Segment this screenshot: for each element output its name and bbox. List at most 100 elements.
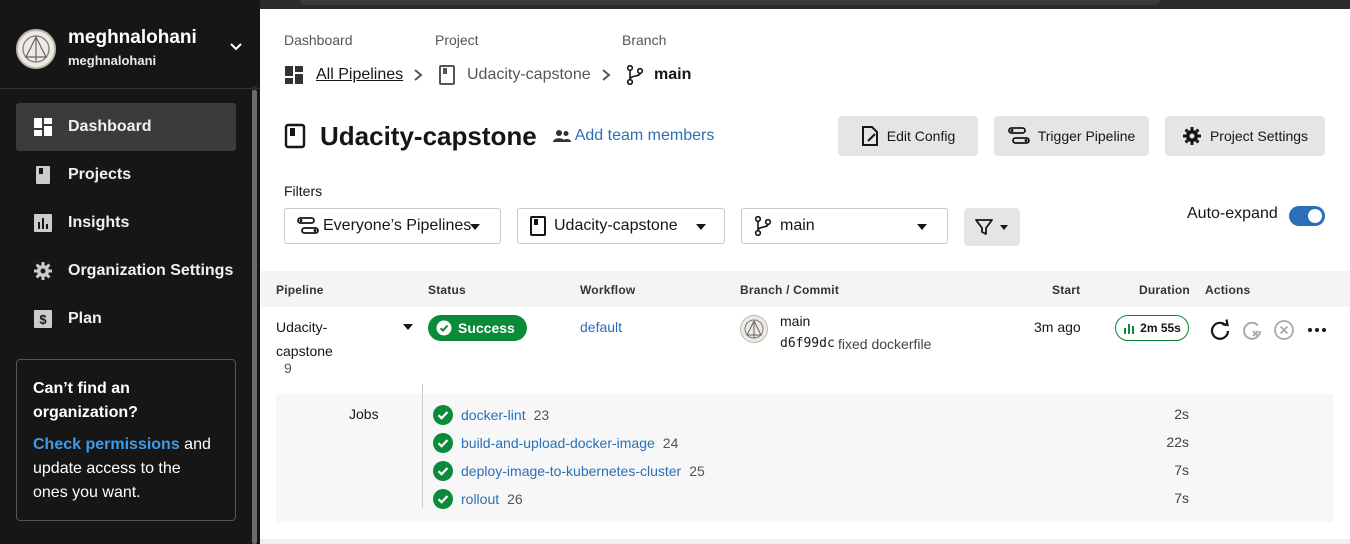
pipeline-name[interactable]: Udacity-capstone [276,315,346,363]
job-name[interactable]: docker-lint [461,407,526,423]
sidebar-item-organization-settings[interactable]: Organization Settings [16,247,236,295]
job-item[interactable]: docker-lint 23 [433,404,549,426]
job-name[interactable]: deploy-image-to-kubernetes-cluster [461,463,681,479]
sidebar-item-plan[interactable]: $ Plan [16,295,236,343]
job-name[interactable]: build-and-upload-docker-image [461,435,655,451]
row-divider [260,539,1350,544]
check-circle-icon [436,320,452,336]
user-handle: meghnalohani [68,53,157,68]
org-notice-card: Can’t find an organization? Check permis… [16,359,236,521]
check-circle-icon [433,461,453,481]
edit-config-label: Edit Config [886,128,956,144]
bar-chart-icon [33,213,53,233]
book-icon [439,65,455,85]
user-menu[interactable]: meghnalohani meghnalohani [16,26,246,74]
tree-line [422,384,423,508]
chevron-down-icon[interactable] [228,39,244,55]
browser-tab-strip [300,0,1160,5]
job-item[interactable]: deploy-image-to-kubernetes-cluster 25 [433,460,705,482]
trigger-pipeline-button[interactable]: Trigger Pipeline [994,116,1149,156]
notice-body: Check permissions and update access to t… [33,433,219,505]
breadcrumb-all-pipelines[interactable]: All Pipelines [284,62,403,88]
project-settings-label: Project Settings [1209,128,1309,144]
git-branch-icon [626,65,644,85]
job-duration: 7s [1174,462,1189,478]
auto-expand-toggle[interactable] [1289,206,1325,226]
book-icon [33,165,53,185]
caret-down-icon [470,224,480,230]
avatar [16,29,56,69]
advanced-filter-button[interactable] [964,208,1020,246]
jobs-panel: Jobs docker-lint 23 2s build-and-upload-… [276,384,1333,522]
rerun-icon[interactable] [1209,319,1231,341]
sidebar-item-label: Organization Settings [68,262,234,279]
sidebar-item-insights[interactable]: Insights [16,199,236,247]
col-pipeline: Pipeline [276,283,324,297]
avatar [740,315,768,343]
cancel-icon[interactable] [1273,319,1295,341]
svg-text:$: $ [39,312,47,327]
notice-title: Can’t find an organization? [33,380,138,421]
dollar-icon: $ [33,309,53,329]
filters-label: Filters [284,183,323,199]
status-badge[interactable]: Success [428,315,527,341]
col-start: Start [1052,283,1081,297]
caret-down-icon [1000,225,1008,230]
job-duration: 22s [1166,434,1189,450]
all-pipelines-link[interactable]: All Pipelines [316,66,403,84]
commit-branch[interactable]: main [780,313,810,329]
check-circle-icon [433,433,453,453]
check-permissions-link[interactable]: Check permissions [33,436,180,453]
add-team-members-link[interactable]: Add team members [552,127,715,145]
main-content: Dashboard Project Branch All Pipelines U… [260,9,1350,544]
project-settings-button[interactable]: Project Settings [1165,116,1325,156]
job-duration: 2s [1174,406,1189,422]
branch-filter-select[interactable]: main [741,208,948,244]
gear-icon [33,261,53,281]
col-workflow: Workflow [580,283,636,297]
sidebar-item-dashboard[interactable]: Dashboard [16,103,236,151]
sidebar-item-label: Projects [68,166,132,183]
breadcrumb-project-head: Project [435,32,479,48]
edit-config-button[interactable]: Edit Config [838,116,978,156]
user-name: meghnalohani [68,27,197,48]
pipelines-filter-select[interactable]: Everyone’s Pipelines [284,208,501,244]
add-team-members-label: Add team members [574,127,715,144]
sidebar-divider [0,88,260,89]
job-number: 24 [662,435,679,451]
commit-sha[interactable]: d6f99dc [780,336,835,351]
duration-badge: 2m 55s [1115,315,1189,341]
project-filter-select[interactable]: Udacity-capstone [517,208,725,244]
auto-expand-label: Auto-expand [1187,205,1278,222]
dashboard-icon [285,66,303,84]
job-item[interactable]: rollout 26 [433,488,523,510]
check-circle-icon [433,489,453,509]
breadcrumb-project[interactable]: Udacity-capstone [439,62,591,88]
scrollbar-thumb[interactable] [252,90,257,544]
pipelines-filter-value: Everyone’s Pipelines [323,217,472,234]
rerun-failed-icon[interactable] [1241,319,1263,341]
job-name[interactable]: rollout [461,491,499,507]
job-number: 26 [507,491,523,507]
sidebar: meghnalohani meghnalohani Dashboard Proj… [0,0,260,544]
expand-row-icon[interactable] [403,324,413,330]
pipeline-icon [1007,126,1030,146]
project-filter-value: Udacity-capstone [554,217,678,234]
commit-message: fixed dockerfile [838,336,932,352]
sidebar-item-label: Dashboard [68,118,152,135]
start-time: 3m ago [1034,319,1081,335]
branch-filter-value: main [780,217,815,234]
chevron-right-icon [414,69,423,81]
sidebar-nav: Dashboard Projects Insights Organization… [16,103,236,343]
sidebar-item-projects[interactable]: Projects [16,151,236,199]
sidebar-item-label: Insights [68,214,130,231]
breadcrumb-branch[interactable]: main [626,62,691,88]
breadcrumb-project-label: Udacity-capstone [467,66,591,83]
chevron-right-icon [602,69,611,81]
more-icon[interactable] [1306,319,1328,341]
caret-down-icon [696,224,706,230]
status-text: Success [458,320,515,336]
workflow-link[interactable]: default [580,319,622,335]
sidebar-scrollbar[interactable] [252,86,257,544]
job-item[interactable]: build-and-upload-docker-image 24 [433,432,678,454]
